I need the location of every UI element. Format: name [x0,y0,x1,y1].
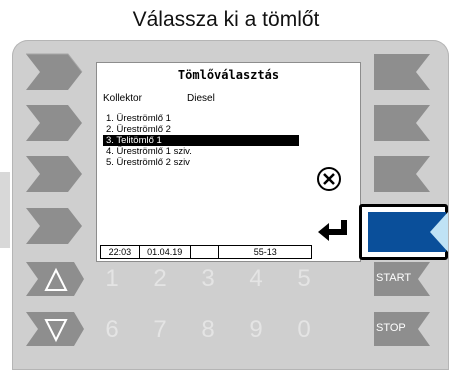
instruction-caption: Válassza ki a tömlőt [132,8,320,31]
device-panel: Tömlőválasztás Kollektor Diesel 1. Ürest… [12,40,449,370]
left-soft-key-3[interactable] [24,154,84,194]
status-bar: 22:03 01.04.19 55-13 [100,245,312,259]
list-item-5[interactable]: 5. Üreströmlő 2 sziv [103,157,299,168]
left-soft-key-2[interactable] [24,103,84,143]
status-date: 01.04.19 [140,246,191,258]
key-5[interactable]: 5 [286,261,322,297]
key-4[interactable]: 4 [238,261,274,297]
list-item-3-selected[interactable]: 3. Telitömlő 1 [103,135,299,146]
key-7[interactable]: 7 [142,312,178,348]
list-item-1[interactable]: 1. Üreströmlő 1 [103,113,299,124]
side-tab [0,172,10,248]
screen-title: Tömlőválasztás [177,68,280,82]
key-2[interactable]: 2 [142,261,178,297]
up-arrow-key[interactable] [24,260,86,298]
right-soft-key-2[interactable] [372,103,432,143]
start-button-label: START [376,272,412,284]
key-1[interactable]: 1 [94,261,130,297]
right-soft-key-3[interactable] [372,154,432,194]
status-time: 22:03 [101,246,140,258]
status-code: 55-13 [253,247,277,257]
cancel-circle-x-icon[interactable] [316,166,342,192]
right-soft-key-1[interactable] [372,52,432,92]
enter-return-icon[interactable] [316,218,352,244]
collector-label: Kollektor [103,93,142,104]
hose-list: 1. Üreströmlő 1 2. Üreströmlő 2 3. Telit… [103,113,299,168]
collector-value: Diesel [187,93,215,104]
status-blank [191,246,220,258]
left-soft-key-4[interactable] [24,206,84,246]
stop-button[interactable]: STOP [372,310,432,348]
list-item-4[interactable]: 4. Üreströmlő 1 sziv. [103,146,299,157]
key-8[interactable]: 8 [190,312,226,348]
key-6[interactable]: 6 [94,312,130,348]
right-soft-key-4-active[interactable] [366,210,450,254]
start-button[interactable]: START [372,260,432,298]
key-9[interactable]: 9 [238,312,274,348]
key-3[interactable]: 3 [190,261,226,297]
stop-button-label: STOP [376,322,406,334]
key-0[interactable]: 0 [286,312,322,348]
list-item-2[interactable]: 2. Üreströmlő 2 [103,124,299,135]
down-arrow-key[interactable] [24,310,86,348]
left-soft-key-1[interactable] [24,52,84,92]
